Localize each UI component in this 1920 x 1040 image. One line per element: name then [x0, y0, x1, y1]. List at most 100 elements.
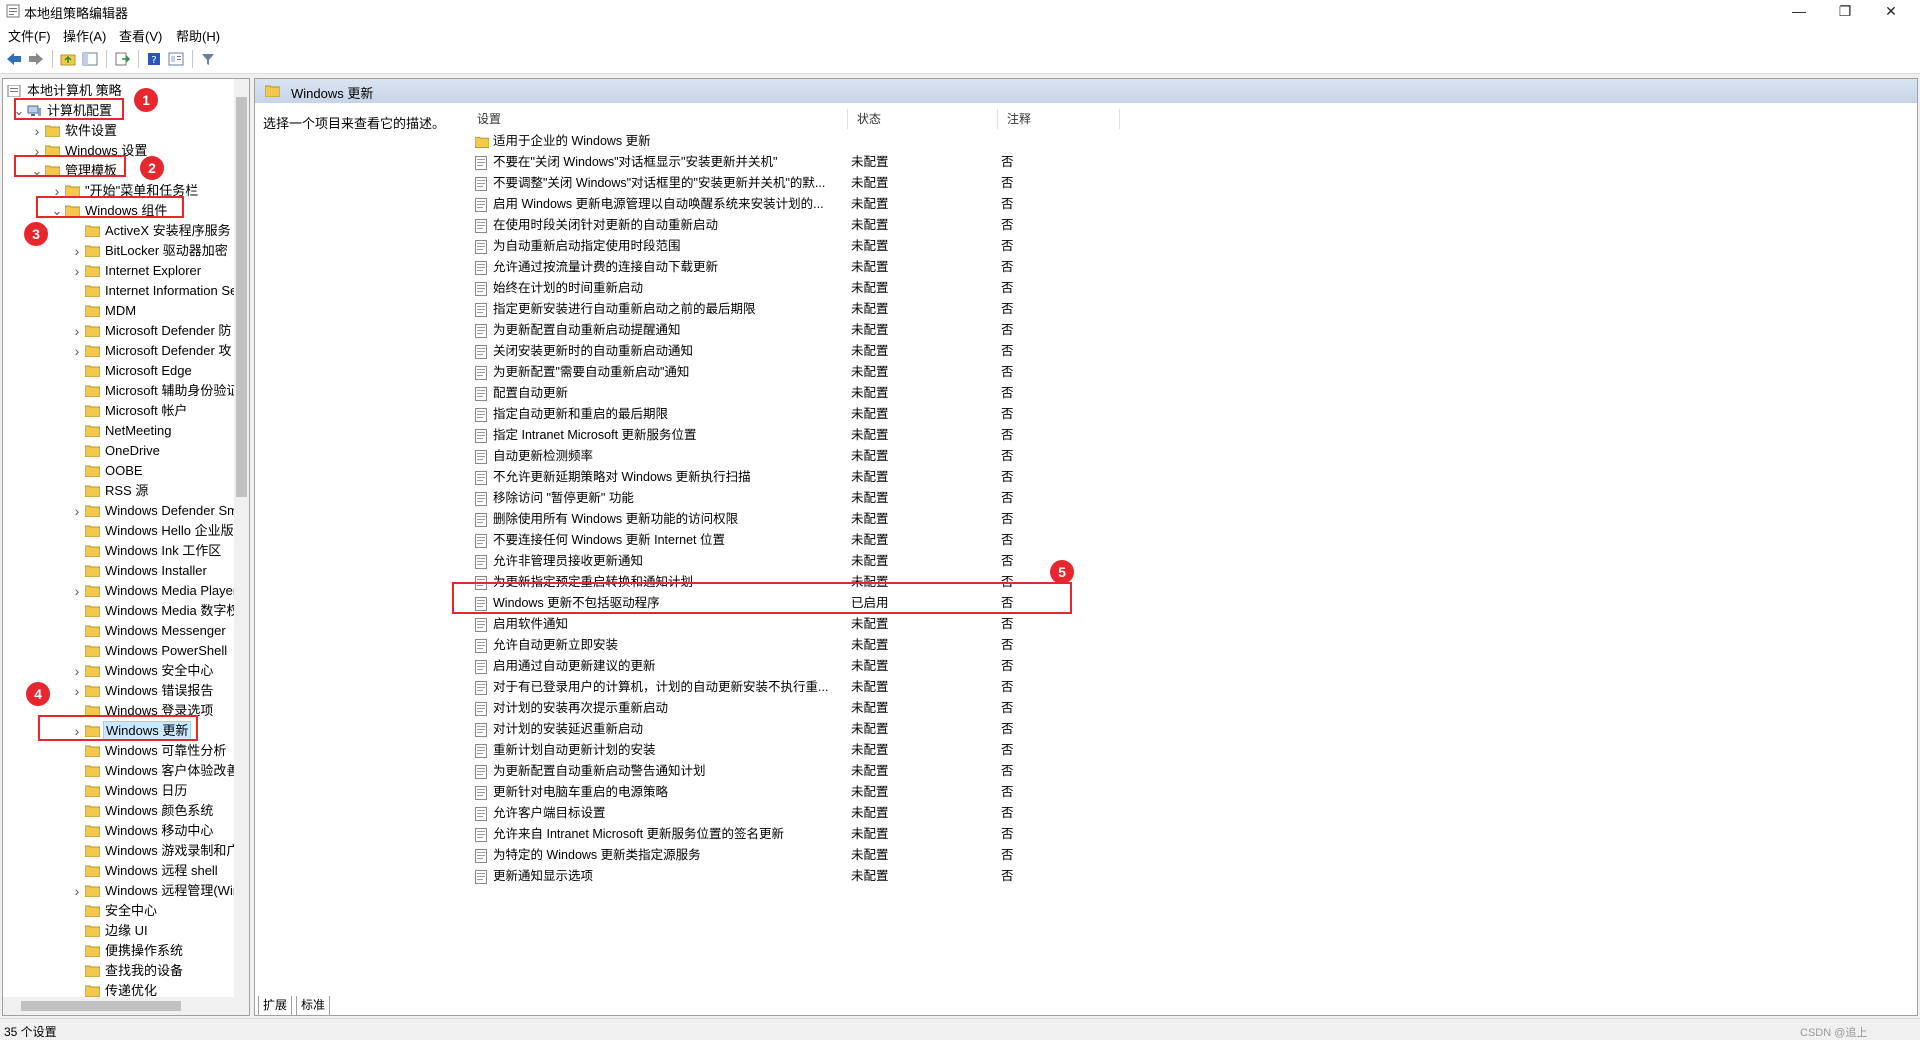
policy-row[interactable]: 允许客户端目标设置 未配置 否: [471, 803, 1671, 824]
policy-row[interactable]: 始终在计划的时间重新启动 未配置 否: [471, 278, 1671, 299]
chevron-right-icon[interactable]: ›: [71, 581, 83, 601]
back-icon[interactable]: [4, 49, 24, 69]
policy-row[interactable]: 移除访问 "暂停更新" 功能 未配置 否: [471, 488, 1671, 509]
policy-row[interactable]: 为自动重新启动指定使用时段范围 未配置 否: [471, 236, 1671, 257]
policy-name: 为更新配置"需要自动重新启动"通知: [493, 365, 690, 379]
tab-standard[interactable]: 标准: [296, 996, 331, 1016]
column-header-comment[interactable]: 注释: [1007, 109, 1031, 129]
tree-item-label: Windows Media Player: [105, 583, 238, 598]
status-bar: 35 个设置 CSDN @追上: [0, 1018, 1920, 1040]
policy-state: 未配置: [851, 218, 889, 232]
chevron-right-icon[interactable]: ›: [71, 321, 83, 341]
policy-comment: 否: [1001, 281, 1014, 295]
chevron-right-icon[interactable]: ›: [71, 881, 83, 901]
policy-row[interactable]: 不要连接任何 Windows 更新 Internet 位置 未配置 否: [471, 530, 1671, 551]
column-header-setting[interactable]: 设置: [477, 109, 501, 129]
policy-row[interactable]: 为更新配置"需要自动重新启动"通知 未配置 否: [471, 362, 1671, 383]
svg-text:?: ?: [151, 55, 156, 66]
policy-row[interactable]: 在使用时段关闭针对更新的自动重新启动 未配置 否: [471, 215, 1671, 236]
folder-icon: [85, 785, 100, 797]
chevron-right-icon[interactable]: ›: [71, 661, 83, 681]
policy-row[interactable]: 允许通过按流量计费的连接自动下载更新 未配置 否: [471, 257, 1671, 278]
policy-row[interactable]: 对于有已登录用户的计算机，计划的自动更新安装不执行重... 未配置 否: [471, 677, 1671, 698]
chevron-right-icon[interactable]: ›: [71, 681, 83, 701]
menu-view[interactable]: 查看(V): [119, 26, 162, 45]
policy-row[interactable]: 指定自动更新和重启的最后期限 未配置 否: [471, 404, 1671, 425]
column-header-state[interactable]: 状态: [857, 109, 881, 129]
policy-row[interactable]: 对计划的安装再次提示重新启动 未配置 否: [471, 698, 1671, 719]
policy-row[interactable]: 指定 Intranet Microsoft 更新服务位置 未配置 否: [471, 425, 1671, 446]
help-icon[interactable]: ?: [144, 49, 164, 69]
policy-comment: 否: [1001, 827, 1014, 841]
policy-state: 未配置: [851, 785, 889, 799]
folder-icon: [85, 405, 100, 417]
column-separator[interactable]: [847, 109, 848, 129]
policy-row[interactable]: 重新计划自动更新计划的安装 未配置 否: [471, 740, 1671, 761]
policy-comment: 否: [1001, 743, 1014, 757]
chevron-right-icon[interactable]: ›: [71, 261, 83, 281]
tree-item-label: Windows Media 数字权: [105, 603, 240, 618]
policy-setting-icon: [475, 765, 487, 779]
up-folder-icon[interactable]: [58, 49, 78, 69]
policy-row[interactable]: 允许自动更新立即安装 未配置 否: [471, 635, 1671, 656]
policy-name: 为自动重新启动指定使用时段范围: [493, 239, 681, 253]
policy-state: 未配置: [851, 491, 889, 505]
policy-row[interactable]: 为更新配置自动重新启动提醒通知 未配置 否: [471, 320, 1671, 341]
policy-row[interactable]: 启用通过自动更新建议的更新 未配置 否: [471, 656, 1671, 677]
policy-comment: 否: [1001, 365, 1014, 379]
policy-row[interactable]: 不允许更新延期策略对 Windows 更新执行扫描 未配置 否: [471, 467, 1671, 488]
policy-row[interactable]: 关闭安装更新时的自动重新启动通知 未配置 否: [471, 341, 1671, 362]
chevron-right-icon[interactable]: ›: [71, 501, 83, 521]
tree-item-label: Windows 可靠性分析: [105, 743, 227, 758]
column-separator[interactable]: [1119, 109, 1120, 129]
policy-comment: 否: [1001, 806, 1014, 820]
policy-setting-icon: [475, 450, 487, 464]
policy-row[interactable]: 启用 Windows 更新电源管理以自动唤醒系统来安装计划的... 未配置 否: [471, 194, 1671, 215]
chevron-right-icon[interactable]: ›: [31, 121, 43, 141]
policy-comment: 否: [1001, 470, 1014, 484]
policy-row[interactable]: 为更新配置自动重新启动警告通知计划 未配置 否: [471, 761, 1671, 782]
menu-action[interactable]: 操作(A): [63, 26, 106, 45]
policy-row[interactable]: 不要调整"关闭 Windows"对话框里的"安装更新并关机"的默... 未配置 否: [471, 173, 1671, 194]
policy-row[interactable]: 更新针对电脑车重启的电源策略 未配置 否: [471, 782, 1671, 803]
menu-help[interactable]: 帮助(H): [176, 26, 220, 45]
policy-row[interactable]: 自动更新检测频率 未配置 否: [471, 446, 1671, 467]
export-list-icon[interactable]: [112, 49, 132, 69]
policy-row[interactable]: 更新通知显示选项 未配置 否: [471, 866, 1671, 887]
minimize-button[interactable]: —: [1776, 0, 1822, 22]
annotation-marker-5: 5: [1050, 560, 1074, 584]
tree-vertical-scrollbar[interactable]: [234, 79, 249, 997]
folder-row[interactable]: 适用于企业的 Windows 更新: [471, 131, 1671, 152]
forward-icon[interactable]: [26, 49, 46, 69]
policy-row[interactable]: 不要在"关闭 Windows"对话框显示"安装更新并关机" 未配置 否: [471, 152, 1671, 173]
navigation-tree[interactable]: 本地计算机 策略 ⌄ 计算机配置 › 软件设置 › Windows 设置 ⌄ 管理模板 › "开始…: [2, 78, 250, 1016]
show-tree-icon[interactable]: [80, 49, 100, 69]
chevron-right-icon[interactable]: ›: [71, 341, 83, 361]
policy-row[interactable]: 为特定的 Windows 更新类指定源服务 未配置 否: [471, 845, 1671, 866]
column-separator[interactable]: [997, 109, 998, 129]
properties-icon[interactable]: [166, 49, 186, 69]
policy-row[interactable]: 指定更新安装进行自动重新启动之前的最后期限 未配置 否: [471, 299, 1671, 320]
menu-file[interactable]: 文件(F): [8, 26, 51, 45]
chevron-right-icon[interactable]: ›: [71, 241, 83, 261]
annotation-marker-4: 4: [26, 682, 50, 706]
filter-icon[interactable]: [198, 49, 218, 69]
policy-comment: 否: [1001, 848, 1014, 862]
folder-icon: [85, 505, 100, 517]
policy-row[interactable]: 配置自动更新 未配置 否: [471, 383, 1671, 404]
restore-button[interactable]: ❐: [1822, 0, 1868, 22]
policy-row[interactable]: 删除使用所有 Windows 更新功能的访问权限 未配置 否: [471, 509, 1671, 530]
policy-state: 未配置: [851, 155, 889, 169]
scroll-thumb[interactable]: [21, 1001, 181, 1011]
tree-horizontal-scrollbar[interactable]: [3, 997, 249, 1015]
policy-row[interactable]: 允许来自 Intranet Microsoft 更新服务位置的签名更新 未配置 否: [471, 824, 1671, 845]
policy-row[interactable]: 启用软件通知 未配置 否: [471, 614, 1671, 635]
close-button[interactable]: ✕: [1868, 0, 1914, 22]
scroll-thumb[interactable]: [236, 97, 247, 497]
tree-item-label: Microsoft 辅助身份验证: [105, 383, 240, 398]
details-header: Windows 更新: [255, 79, 1917, 103]
folder-icon: [85, 945, 100, 957]
policy-row[interactable]: 对计划的安装延迟重新启动 未配置 否: [471, 719, 1671, 740]
tab-extended[interactable]: 扩展: [258, 996, 293, 1016]
policy-setting-icon: [475, 786, 487, 800]
